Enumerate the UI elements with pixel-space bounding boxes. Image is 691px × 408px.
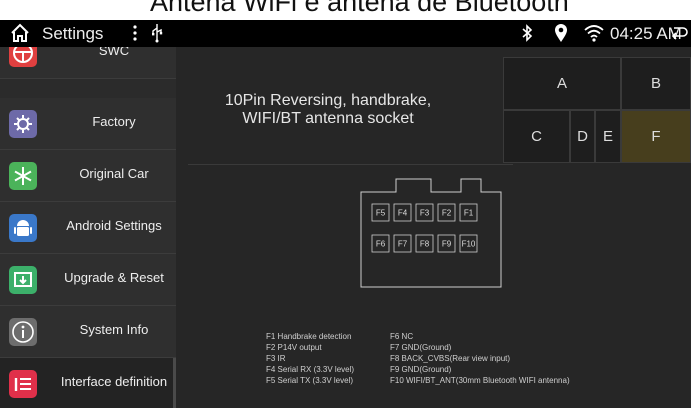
info-icon <box>9 318 37 346</box>
legend-entry: F6 NC <box>390 332 414 341</box>
connector-pin-label: F8 <box>420 240 430 249</box>
sidebar-item-system-info[interactable]: System Info <box>0 306 176 358</box>
sidebar-item-original-car[interactable]: Original Car <box>0 150 176 202</box>
sidebar-item-label: Original Car <box>79 166 149 181</box>
android-icon <box>9 214 37 242</box>
sidebar-item-swc[interactable]: SWC <box>0 47 176 79</box>
legend-entry: F3 IR <box>266 354 286 363</box>
connector-pin-label: F4 <box>398 209 408 218</box>
legend-right: F6 NC F7 GND(Ground) F8 BACK_CVBS(Rear v… <box>390 331 690 386</box>
legend-entry: F7 GND(Ground) <box>390 343 452 352</box>
socket-selector: A B C D E F <box>503 57 691 163</box>
caption-text: Antena WiFi e antena de Bluetooth <box>150 0 569 17</box>
app-title: Settings <box>42 24 104 43</box>
pin-button-c[interactable]: C <box>503 110 570 163</box>
sidebar-item-label: Android Settings <box>66 218 162 233</box>
connector-pin-label: F2 <box>442 209 452 218</box>
main-panel: 10Pin Reversing, handbrake, WIFI/BT ante… <box>176 47 691 408</box>
usb-icon <box>152 24 163 43</box>
pin-button-e[interactable]: E <box>595 110 621 163</box>
connector-pin-label: F7 <box>398 240 408 249</box>
caption-banner: Antena WiFi e antena de Bluetooth <box>0 0 691 20</box>
sidebar-item-label: SWC <box>98 47 130 58</box>
legend-entry: F10 WIFI/BT_ANT(30mm Bluetooth WIFI ante… <box>390 376 570 385</box>
sidebar-item-label: Upgrade & Reset <box>64 270 164 285</box>
sidebar-item-android-settings[interactable]: Android Settings <box>0 202 176 254</box>
wifi-icon <box>584 25 604 42</box>
sidebar-item-factory[interactable]: Factory <box>0 98 176 150</box>
snowflake-icon <box>9 162 37 190</box>
heading-line-2: WIFI/BT antenna socket <box>242 110 414 127</box>
legend-entry: F2 P14V output <box>266 343 322 352</box>
pin-button-f[interactable]: F <box>621 110 691 163</box>
legend-entry: F9 GND(Ground) <box>390 365 452 374</box>
upgrade-icon <box>9 266 37 294</box>
gear-icon <box>9 110 37 138</box>
sidebar-item-label: Factory <box>92 114 136 129</box>
divider <box>188 164 513 165</box>
pin-legend: F1 Handbrake detection F2 P14V output F3… <box>266 331 686 403</box>
pin-button-d[interactable]: D <box>570 110 595 163</box>
connector-pin-label: F6 <box>376 240 386 249</box>
legend-entry: F5 Serial TX (3.3V level) <box>266 376 353 385</box>
bluetooth-icon <box>522 24 533 42</box>
sidebar: SWC Factory Original Car Android Setting… <box>0 47 176 408</box>
sidebar-item-upgrade-reset[interactable]: Upgrade & Reset <box>0 254 176 306</box>
heading-line-1: 10Pin Reversing, handbrake, <box>224 92 432 109</box>
legend-entry: F1 Handbrake detection <box>266 332 352 341</box>
socket-heading: 10Pin Reversing, handbrake, WIFI/BT ante… <box>198 92 458 128</box>
pin-button-a[interactable]: A <box>503 57 621 110</box>
legend-left: F1 Handbrake detection F2 P14V output F3… <box>266 331 391 386</box>
more-vert-icon[interactable] <box>132 24 138 42</box>
list-icon <box>9 370 37 398</box>
back-icon[interactable] <box>670 24 688 42</box>
location-icon <box>555 24 567 42</box>
legend-entry: F4 Serial RX (3.3V level) <box>266 365 355 374</box>
sidebar-item-label: System Info <box>79 322 149 337</box>
pin-button-b[interactable]: B <box>621 57 691 110</box>
home-icon[interactable] <box>10 23 30 43</box>
sidebar-item-interface-definition[interactable]: Interface definition <box>0 358 176 408</box>
connector-pin-label: F1 <box>464 209 474 218</box>
sidebar-item-label: Interface definition <box>60 374 168 389</box>
legend-entry: F8 BACK_CVBS(Rear view input) <box>390 354 511 363</box>
status-bar: Settings 04:25 AM <box>0 20 691 47</box>
connector-pin-label: F10 <box>462 240 476 249</box>
connector-pin-label: F5 <box>376 209 386 218</box>
connector-pin-label: F3 <box>420 209 430 218</box>
connector-pin-label: F9 <box>442 240 452 249</box>
connector-diagram: F5 F4 F3 F2 F1 F6 F7 F8 F9 F10 <box>360 178 502 288</box>
steering-wheel-icon <box>9 47 37 67</box>
